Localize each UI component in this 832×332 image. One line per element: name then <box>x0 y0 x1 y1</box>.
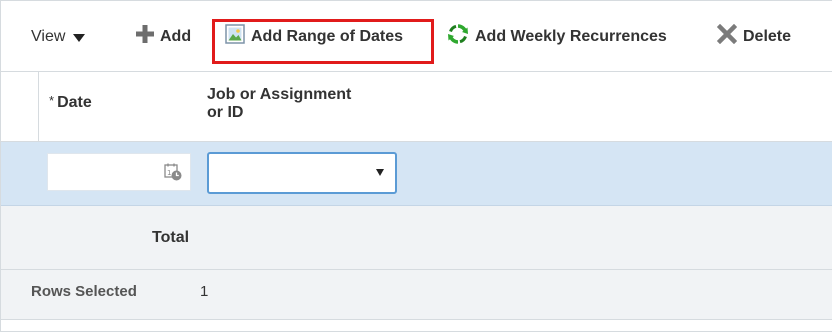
total-row: Total <box>1 206 832 270</box>
add-button-label: Add <box>160 27 192 45</box>
delete-button-label: Delete <box>743 27 792 45</box>
date-input[interactable]: 1 <box>47 153 191 191</box>
table-row[interactable]: 1 <box>1 142 832 206</box>
column-header-job[interactable]: Job or Assignment or ID <box>207 86 407 122</box>
caret-down-icon <box>73 33 86 42</box>
toolbar: View Add Add Range of Dates Add Weekly R… <box>1 1 832 72</box>
delete-button[interactable]: Delete <box>716 1 792 72</box>
column-header-date[interactable]: * Date <box>49 93 92 112</box>
add-weekly-recurrences-label: Add Weekly Recurrences <box>475 27 667 45</box>
column-divider <box>38 72 39 142</box>
add-button[interactable]: Add <box>136 1 191 72</box>
column-header-job-line1: Job or Assignment <box>207 86 352 103</box>
recurrence-icon <box>447 23 469 50</box>
column-header-date-label: Date <box>57 94 92 111</box>
chevron-down-icon <box>376 169 384 176</box>
column-header-job-line2: or ID <box>207 104 244 121</box>
view-menu-label: View <box>31 27 66 45</box>
table-footer: Rows Selected 1 <box>1 270 832 320</box>
total-label: Total <box>152 229 190 246</box>
job-assignment-select[interactable] <box>207 152 397 194</box>
add-range-of-dates-label: Add Range of Dates <box>251 27 404 45</box>
delete-x-icon <box>716 23 738 49</box>
svg-text:1: 1 <box>167 169 171 177</box>
add-range-of-dates-button[interactable]: Add Range of Dates <box>225 1 403 72</box>
timecard-entry-panel: View Add Add Range of Dates Add Weekly R… <box>0 0 832 332</box>
rows-selected-label: Rows Selected <box>31 283 137 300</box>
rows-selected-count: 1 <box>200 283 209 300</box>
table-header-row: * Date Job or Assignment or ID <box>1 72 832 142</box>
required-marker: * <box>49 93 55 108</box>
plus-icon <box>136 25 154 48</box>
add-weekly-recurrences-button[interactable]: Add Weekly Recurrences <box>447 1 667 72</box>
view-menu[interactable]: View <box>31 1 86 72</box>
calendar-range-icon <box>225 24 245 49</box>
calendar-clock-icon[interactable]: 1 <box>164 163 182 186</box>
